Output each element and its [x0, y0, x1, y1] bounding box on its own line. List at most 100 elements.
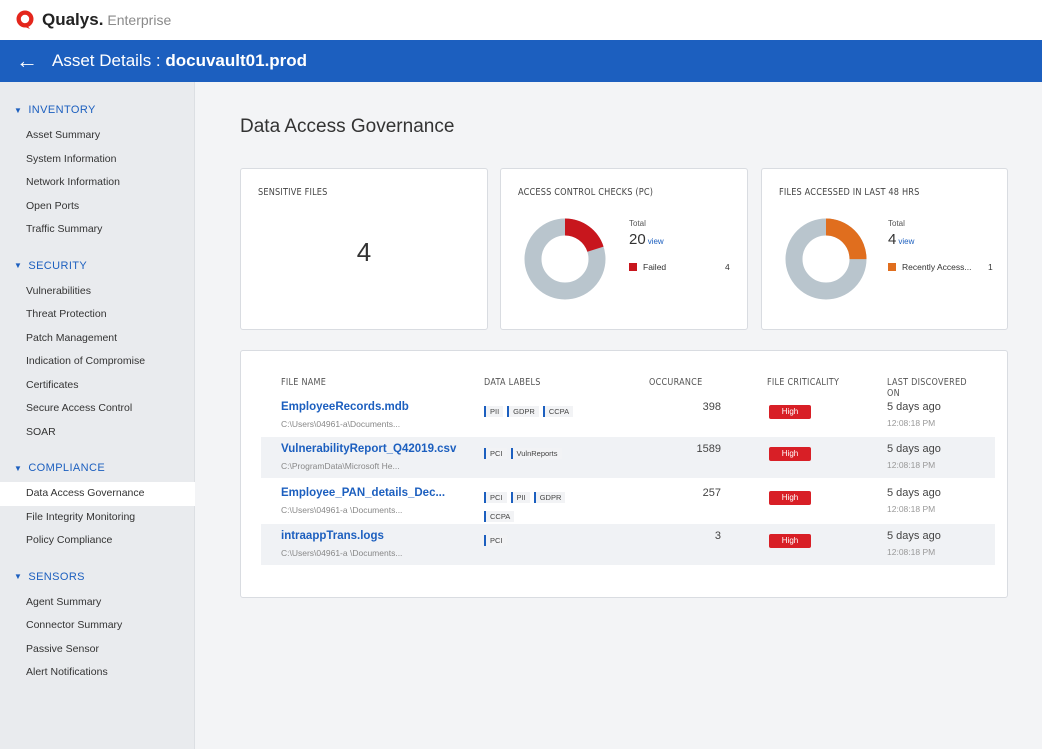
- caret-down-icon: ▼: [14, 261, 23, 270]
- sidebar-item-patch-management[interactable]: Patch Management: [0, 327, 194, 351]
- col-occurance[interactable]: OCCURANCE: [649, 377, 702, 388]
- legend-label-recent: Recently Access...: [902, 262, 972, 272]
- sidebar-item-data-access-governance[interactable]: Data Access Governance: [0, 482, 195, 506]
- table-row[interactable]: Employee_PAN_details_Dec... C:\Users\049…: [261, 481, 995, 522]
- criticality-badge: High: [769, 491, 811, 505]
- section-toggle-security[interactable]: ▼ SECURITY: [0, 260, 194, 272]
- sidebar-item-open-ports[interactable]: Open Ports: [0, 195, 194, 219]
- last-discovered: 5 days ago: [887, 401, 941, 413]
- sidebar-item-file-integrity-monitoring[interactable]: File Integrity Monitoring: [0, 506, 194, 530]
- last-discovered-time: 12:08:18 PM: [887, 418, 936, 428]
- sidebar-item-threat-protection[interactable]: Threat Protection: [0, 303, 194, 327]
- section-title: COMPLIANCE: [28, 462, 106, 474]
- file-path: C:\Users\04961-a \Documents...: [281, 505, 403, 515]
- table-row[interactable]: VulnerabilityReport_Q42019.csv C:\Progra…: [261, 437, 995, 478]
- data-label-tag: PII: [510, 492, 530, 503]
- view-link[interactable]: view: [898, 237, 914, 246]
- qualys-logo-icon: [14, 9, 36, 31]
- file-name-link[interactable]: EmployeeRecords.mdb: [281, 401, 409, 413]
- data-label-tag: PCI: [484, 535, 507, 546]
- brand-name: Qualys.: [42, 10, 104, 29]
- sidebar-item-certificates[interactable]: Certificates: [0, 374, 194, 398]
- sidebar-section-security: ▼ SECURITY Vulnerabilities Threat Protect…: [0, 260, 194, 445]
- sidebar-item-network-information[interactable]: Network Information: [0, 171, 194, 195]
- main-content: Data Access Governance SENSITIVE FILES 4…: [196, 82, 1042, 749]
- data-label-tag: PCI: [484, 448, 507, 459]
- files-accessed-donut-chart: [785, 218, 867, 300]
- section-toggle-sensors[interactable]: ▼ SENSORS: [0, 571, 194, 583]
- data-label-tag: VulnReports: [510, 448, 562, 459]
- occurance-count: 3: [714, 530, 721, 542]
- caret-down-icon: ▼: [14, 463, 23, 473]
- last-discovered: 5 days ago: [887, 443, 941, 455]
- total-value: 20 view: [629, 231, 664, 248]
- sidebar-item-system-information[interactable]: System Information: [0, 148, 194, 172]
- data-labels: PII GDPR CCPA: [484, 401, 634, 420]
- data-label-tag: GDPR: [533, 492, 566, 503]
- sidebar-item-soar[interactable]: SOAR: [0, 421, 194, 445]
- section-toggle-inventory[interactable]: ▼ INVENTORY: [0, 104, 194, 116]
- data-label-tag: CCPA: [484, 511, 515, 522]
- asset-header: ← Asset Details : docuvault01.prod: [0, 40, 1042, 82]
- total-number: 4: [888, 231, 897, 248]
- header-title: Asset Details : docuvault01.prod: [52, 51, 307, 71]
- table-row[interactable]: EmployeeRecords.mdb C:\Users\04961-a\Doc…: [261, 395, 995, 436]
- table-row[interactable]: intraappTrans.logs C:\Users\04961-a \Doc…: [261, 524, 995, 565]
- data-labels: PCI PII GDPR CCPA: [484, 487, 634, 525]
- col-data-labels[interactable]: DATA LABELS: [484, 377, 541, 388]
- total-label: Total: [888, 219, 905, 228]
- col-file-criticality[interactable]: FILE CRITICALITY: [767, 377, 839, 388]
- sidebar-item-indication-of-compromise[interactable]: Indication of Compromise: [0, 350, 194, 374]
- last-discovered-time: 12:08:18 PM: [887, 547, 936, 557]
- table-header: FILE NAME DATA LABELS OCCURANCE FILE CRI…: [281, 377, 991, 399]
- sensitive-files-table: FILE NAME DATA LABELS OCCURANCE FILE CRI…: [240, 350, 1008, 598]
- file-name-link[interactable]: Employee_PAN_details_Dec...: [281, 487, 445, 499]
- sidebar-item-policy-compliance[interactable]: Policy Compliance: [0, 529, 194, 553]
- sidebar-section-inventory: ▼ INVENTORY Asset Summary System Informat…: [0, 104, 194, 242]
- sensitive-files-card: SENSITIVE FILES 4: [240, 168, 488, 330]
- section-toggle-compliance[interactable]: ▼ COMPLIANCE: [0, 462, 194, 474]
- sidebar-item-secure-access-control[interactable]: Secure Access Control: [0, 397, 194, 421]
- access-control-card: ACCESS CONTROL CHECKS (PC) Total 20 view …: [500, 168, 748, 330]
- data-label-tag: CCPA: [542, 406, 574, 417]
- criticality-badge: High: [769, 447, 811, 461]
- file-name-link[interactable]: intraappTrans.logs: [281, 530, 384, 542]
- last-discovered: 5 days ago: [887, 530, 941, 542]
- legend-swatch-failed: [629, 263, 637, 271]
- data-labels: PCI: [484, 530, 634, 549]
- legend-swatch-recent: [888, 263, 896, 271]
- legend-label-failed: Failed: [643, 262, 667, 272]
- sidebar-item-vulnerabilities[interactable]: Vulnerabilities: [0, 280, 194, 304]
- data-label-tag: GDPR: [507, 406, 539, 417]
- view-link[interactable]: view: [648, 237, 664, 246]
- sidebar-item-agent-summary[interactable]: Agent Summary: [0, 591, 194, 615]
- page-title: Data Access Governance: [240, 116, 455, 137]
- last-discovered: 5 days ago: [887, 487, 941, 499]
- occurance-count: 398: [702, 401, 721, 413]
- total-number: 20: [629, 231, 646, 248]
- file-path: C:\ProgramData\Microsoft He...: [281, 461, 400, 471]
- section-title: SENSORS: [28, 570, 85, 583]
- sidebar-item-asset-summary[interactable]: Asset Summary: [0, 124, 194, 148]
- sidebar-item-traffic-summary[interactable]: Traffic Summary: [0, 218, 194, 242]
- last-discovered-time: 12:08:18 PM: [887, 460, 936, 470]
- sidebar-item-connector-summary[interactable]: Connector Summary: [0, 614, 194, 638]
- brand-bar: Qualys. Enterprise: [0, 0, 1042, 40]
- legend-count-recent: 1: [988, 262, 993, 272]
- occurance-count: 257: [702, 487, 721, 499]
- asset-name: docuvault01.prod: [165, 51, 308, 70]
- total-label: Total: [629, 219, 646, 228]
- data-label-tag: PII: [484, 406, 504, 417]
- sidebar-item-alert-notifications[interactable]: Alert Notifications: [0, 661, 194, 685]
- caret-down-icon: ▼: [14, 572, 23, 581]
- back-arrow-icon[interactable]: ←: [16, 50, 38, 72]
- card-title: FILES ACCESSED IN LAST 48 HRS: [779, 187, 920, 198]
- data-labels: PCI VulnReports: [484, 443, 634, 462]
- file-name-link[interactable]: VulnerabilityReport_Q42019.csv: [281, 443, 456, 455]
- col-file-name[interactable]: FILE NAME: [281, 377, 326, 388]
- sidebar-item-passive-sensor[interactable]: Passive Sensor: [0, 638, 194, 662]
- legend-count-failed: 4: [725, 262, 730, 272]
- card-title: SENSITIVE FILES: [258, 187, 328, 198]
- header-prefix: Asset Details :: [52, 51, 166, 70]
- criticality-badge: High: [769, 405, 811, 419]
